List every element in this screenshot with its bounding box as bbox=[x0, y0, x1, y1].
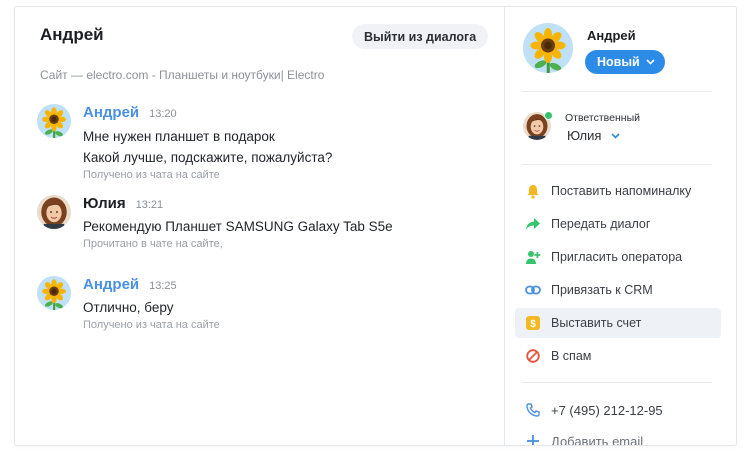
invite-operator-action[interactable]: Пригласить оператора bbox=[515, 242, 721, 272]
message-text: Мне нужен планшет в подарок Какой лучше,… bbox=[83, 126, 483, 168]
chat-source-subtitle: Сайт — electro.com - Планшеты и ноутбуки… bbox=[40, 68, 325, 82]
message-text: Отлично, беру bbox=[83, 297, 483, 318]
operator-photo-icon bbox=[37, 195, 71, 229]
divider bbox=[522, 382, 712, 383]
chat-pane: Андрей Выйти из диалога Сайт — electro.c… bbox=[15, 7, 504, 445]
divider bbox=[522, 91, 712, 92]
message-status: Получено из чата на сайте bbox=[83, 319, 220, 331]
action-label: Пригласить оператора bbox=[551, 250, 683, 264]
action-label: Передать диалог bbox=[551, 217, 651, 231]
add-email-label: Добавить email bbox=[551, 433, 644, 446]
phone-number: +7 (495) 212-12-95 bbox=[551, 402, 663, 418]
message-author: Андрей bbox=[83, 104, 140, 121]
message-line: Какой лучше, подскажите, пожалуйста? bbox=[83, 150, 333, 165]
action-label: Привязать к CRM bbox=[551, 283, 653, 297]
client-name: Андрей bbox=[587, 28, 636, 43]
message-time: 13:20 bbox=[149, 108, 177, 120]
add-user-icon bbox=[526, 250, 541, 264]
client-status-label: Новый bbox=[597, 55, 640, 69]
online-indicator bbox=[544, 111, 553, 120]
message-line: Мне нужен планшет в подарок bbox=[83, 129, 275, 144]
link-crm-action[interactable]: Привязать к CRM bbox=[515, 275, 721, 305]
exit-dialog-button[interactable]: Выйти из диалога bbox=[352, 24, 489, 49]
sunflower-icon bbox=[37, 276, 71, 310]
link-icon bbox=[525, 285, 541, 295]
message-author: Юлия bbox=[83, 195, 126, 212]
message-status: Получено из чата на сайте bbox=[83, 169, 220, 181]
operator-avatar bbox=[37, 195, 71, 229]
client-avatar bbox=[37, 104, 71, 138]
sunflower-icon bbox=[523, 23, 573, 73]
svg-text:$: $ bbox=[530, 319, 536, 330]
phone-contact[interactable]: +7 (495) 212-12-95 bbox=[515, 397, 721, 423]
message-line: Отлично, беру bbox=[83, 300, 174, 315]
chevron-down-icon bbox=[646, 59, 655, 65]
chat-title: Андрей bbox=[40, 25, 104, 44]
set-reminder-action[interactable]: Поставить напоминалку bbox=[515, 176, 721, 206]
chevron-down-icon bbox=[611, 132, 621, 139]
plus-icon bbox=[527, 435, 539, 445]
client-profile-avatar bbox=[523, 23, 573, 73]
responsible-avatar bbox=[523, 111, 553, 140]
message-status: Прочитано в чате на сайте, bbox=[83, 238, 223, 250]
transfer-dialog-action[interactable]: Передать диалог bbox=[515, 209, 721, 239]
responsible-name: Юлия bbox=[567, 128, 602, 143]
divider bbox=[522, 164, 712, 165]
message-text: Рекомендую Планшет SAMSUNG Galaxy Tab S5… bbox=[83, 216, 483, 237]
action-label: Поставить напоминалку bbox=[551, 184, 692, 198]
responsible-label: Ответственный bbox=[565, 112, 640, 124]
block-icon bbox=[526, 349, 540, 363]
phone-icon bbox=[526, 403, 540, 417]
client-status-dropdown[interactable]: Новый bbox=[585, 50, 665, 74]
create-invoice-action[interactable]: $ Выставить счет bbox=[515, 308, 721, 338]
mark-spam-action[interactable]: В спам bbox=[515, 341, 721, 371]
sunflower-icon bbox=[37, 104, 71, 138]
message-time: 13:21 bbox=[135, 199, 164, 211]
dialog-window: Андрей Выйти из диалога Сайт — electro.c… bbox=[14, 6, 737, 446]
responsible-selector[interactable]: Юлия bbox=[567, 128, 621, 143]
dollar-icon: $ bbox=[526, 316, 540, 330]
bell-icon bbox=[527, 184, 539, 199]
message-author: Андрей bbox=[83, 276, 140, 293]
add-email-button[interactable]: Добавить email bbox=[515, 428, 721, 446]
action-label: В спам bbox=[551, 349, 592, 363]
client-sidebar: Андрей Новый Ответственный Юлия Поставит… bbox=[505, 7, 736, 446]
client-avatar bbox=[37, 276, 71, 310]
message-line: Рекомендую Планшет SAMSUNG Galaxy Tab S5… bbox=[83, 219, 393, 234]
action-label: Выставить счет bbox=[551, 316, 642, 330]
message-time: 13:25 bbox=[149, 280, 177, 292]
forward-arrow-icon bbox=[526, 218, 540, 230]
